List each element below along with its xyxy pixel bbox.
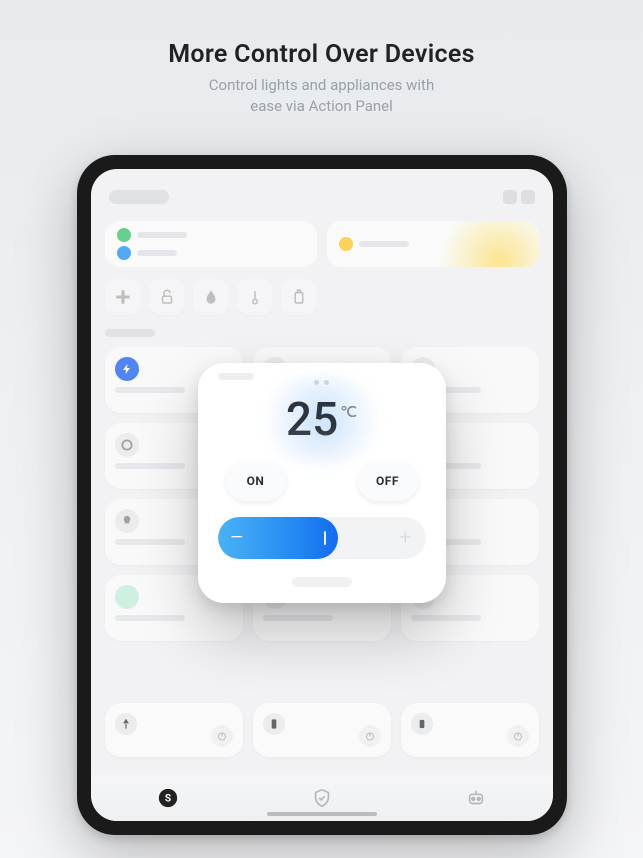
- page-title: More Control Over Devices: [0, 40, 643, 69]
- humidity-icon: [117, 246, 131, 260]
- temperature-slider[interactable]: − +: [218, 517, 426, 559]
- bulb-icon: [115, 509, 139, 533]
- page-subtitle: Control lights and appliances with ease …: [0, 75, 643, 117]
- panel-footer-stub: [292, 577, 352, 587]
- plug-icon: [115, 585, 139, 609]
- lamp-icon: [115, 713, 137, 735]
- section-label: [105, 329, 155, 337]
- tablet-screen: S 25 ℃ ON OFF −: [91, 169, 553, 821]
- on-button[interactable]: ON: [226, 461, 286, 501]
- quick-chip-water[interactable]: [193, 279, 229, 315]
- power-button[interactable]: [507, 725, 529, 747]
- home-indicator[interactable]: [267, 812, 377, 816]
- tab-home[interactable]: S: [154, 784, 182, 812]
- circle-icon: [115, 433, 139, 457]
- slider-handle[interactable]: [324, 531, 326, 545]
- speaker-icon: [263, 713, 285, 735]
- panel-title-stub: [218, 373, 254, 380]
- power-button[interactable]: [211, 725, 233, 747]
- tablet-frame: S 25 ℃ ON OFF −: [77, 155, 567, 835]
- off-button[interactable]: OFF: [358, 461, 418, 501]
- temperature-value: 25: [286, 393, 338, 447]
- quick-chip-battery[interactable]: [281, 279, 317, 315]
- header-title-stub: [109, 190, 169, 204]
- quick-chip-lock[interactable]: [149, 279, 185, 315]
- svg-text:S: S: [164, 794, 170, 805]
- device-icon: [411, 713, 433, 735]
- tab-robot[interactable]: [462, 784, 490, 812]
- favorites-strip: [105, 703, 539, 767]
- quick-chip-fan[interactable]: [105, 279, 141, 315]
- minus-icon[interactable]: −: [230, 525, 245, 551]
- favorite-card[interactable]: [401, 703, 539, 757]
- action-panel: 25 ℃ ON OFF − +: [198, 363, 446, 603]
- sensor-card-climate[interactable]: [105, 221, 317, 267]
- quick-chip-thermo[interactable]: [237, 279, 273, 315]
- tab-security[interactable]: [308, 784, 336, 812]
- favorite-card[interactable]: [253, 703, 391, 757]
- temperature-icon: [117, 228, 131, 242]
- favorite-card[interactable]: [105, 703, 243, 757]
- header-view-toggle[interactable]: [503, 190, 535, 204]
- lightning-icon: [115, 357, 139, 381]
- plus-icon[interactable]: +: [399, 526, 411, 551]
- power-button[interactable]: [359, 725, 381, 747]
- temperature-display: 25 ℃: [286, 393, 357, 447]
- bulb-icon: [339, 237, 353, 251]
- sensor-card-light[interactable]: [327, 221, 539, 267]
- temperature-unit: ℃: [340, 403, 357, 421]
